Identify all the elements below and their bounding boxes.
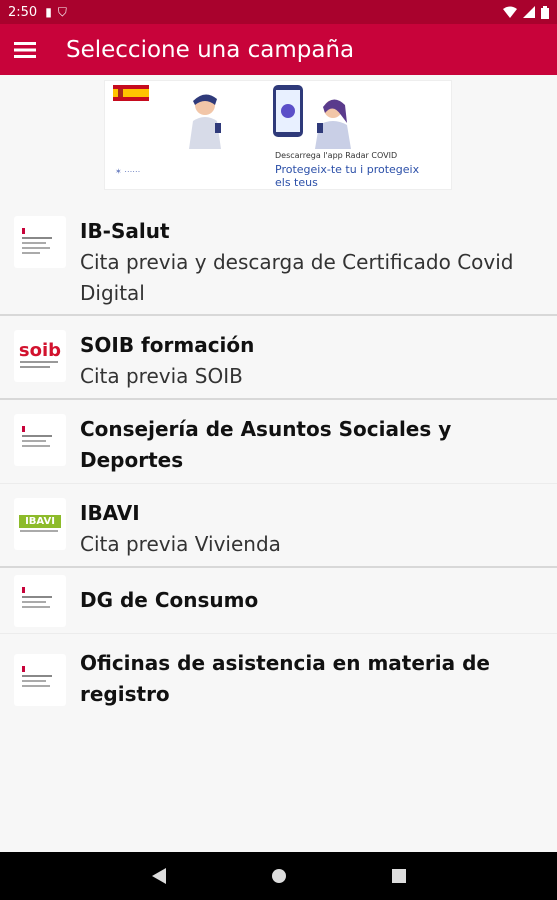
status-bar: 2:50 ▮ ⛉ <box>0 0 557 24</box>
item-title: IB-Salut <box>80 219 170 243</box>
wifi-icon <box>503 6 517 18</box>
list-item[interactable]: Consejería de Asuntos Sociales y Deporte… <box>0 400 557 484</box>
back-triangle-icon <box>151 868 166 884</box>
banner-caption: Descarrega l'app Radar COVID <box>275 151 398 160</box>
item-title: Consejería de Asuntos Sociales y Deporte… <box>80 417 452 472</box>
signal-icon <box>523 6 535 18</box>
radar-covid-logo-icon: ✶ ⋯⋯ <box>115 167 141 176</box>
item-title: Oficinas de asistencia en materia de reg… <box>80 651 490 706</box>
banner-slogan: Protegeix-te tu i protegeix els teus <box>275 163 419 189</box>
list-item[interactable]: soib SOIB formación Cita previa SOIB <box>0 316 557 400</box>
soib-logo-icon: soib <box>14 330 66 382</box>
list-item[interactable]: IB-Salut Cita previa y descarga de Certi… <box>0 202 557 316</box>
radar-covid-banner[interactable]: Descarrega l'app Radar COVID Protegeix-t… <box>104 80 452 190</box>
banner-slogan-line-2: els teus <box>275 176 318 189</box>
item-subtitle: Cita previa Vivienda <box>80 532 281 556</box>
ibavi-logo-text: IBAVI <box>19 514 61 528</box>
item-subtitle: Cita previa SOIB <box>80 364 243 388</box>
home-circle-icon <box>271 869 286 883</box>
recents-square-icon <box>391 869 406 883</box>
back-button[interactable] <box>99 868 219 884</box>
item-title: SOIB formación <box>80 333 255 357</box>
shield-icon: ⛉ <box>57 4 67 19</box>
list-item[interactable]: Oficinas de asistencia en materia de reg… <box>0 634 557 734</box>
hamburger-menu-icon <box>14 41 36 58</box>
govern-logo-icon <box>14 654 66 706</box>
govern-logo-icon <box>14 574 66 627</box>
list-item[interactable]: IBAVI IBAVI Cita previa Vivienda <box>0 484 557 568</box>
list-item[interactable]: DG de Consumo <box>0 568 557 634</box>
ibavi-logo-icon: IBAVI <box>14 498 66 550</box>
item-subtitle: Cita previa y descarga de Certificado Co… <box>80 250 514 305</box>
home-button[interactable] <box>219 868 339 884</box>
item-title: IBAVI <box>80 501 140 525</box>
item-title: DG de Consumo <box>80 588 259 612</box>
banner-illustration-icon <box>189 85 351 149</box>
status-time: 2:50 <box>8 4 38 20</box>
notification-icon: ▮ <box>45 5 52 19</box>
spain-government-logo-icon <box>113 85 149 101</box>
govern-logo-icon <box>14 414 66 466</box>
campaign-list: IB-Salut Cita previa y descarga de Certi… <box>0 202 557 734</box>
ib-salut-logo-icon <box>14 216 66 268</box>
soib-logo-text: soib <box>18 340 62 361</box>
page-title: Seleccione una campaña <box>66 36 355 63</box>
recents-button[interactable] <box>339 869 459 883</box>
app-bar: Seleccione una campaña <box>0 24 557 75</box>
banner-slogan-line-1: Protegeix-te tu i protegeix <box>275 163 420 176</box>
battery-icon <box>541 5 549 19</box>
menu-button[interactable] <box>0 24 50 75</box>
navigation-bar <box>0 852 557 900</box>
